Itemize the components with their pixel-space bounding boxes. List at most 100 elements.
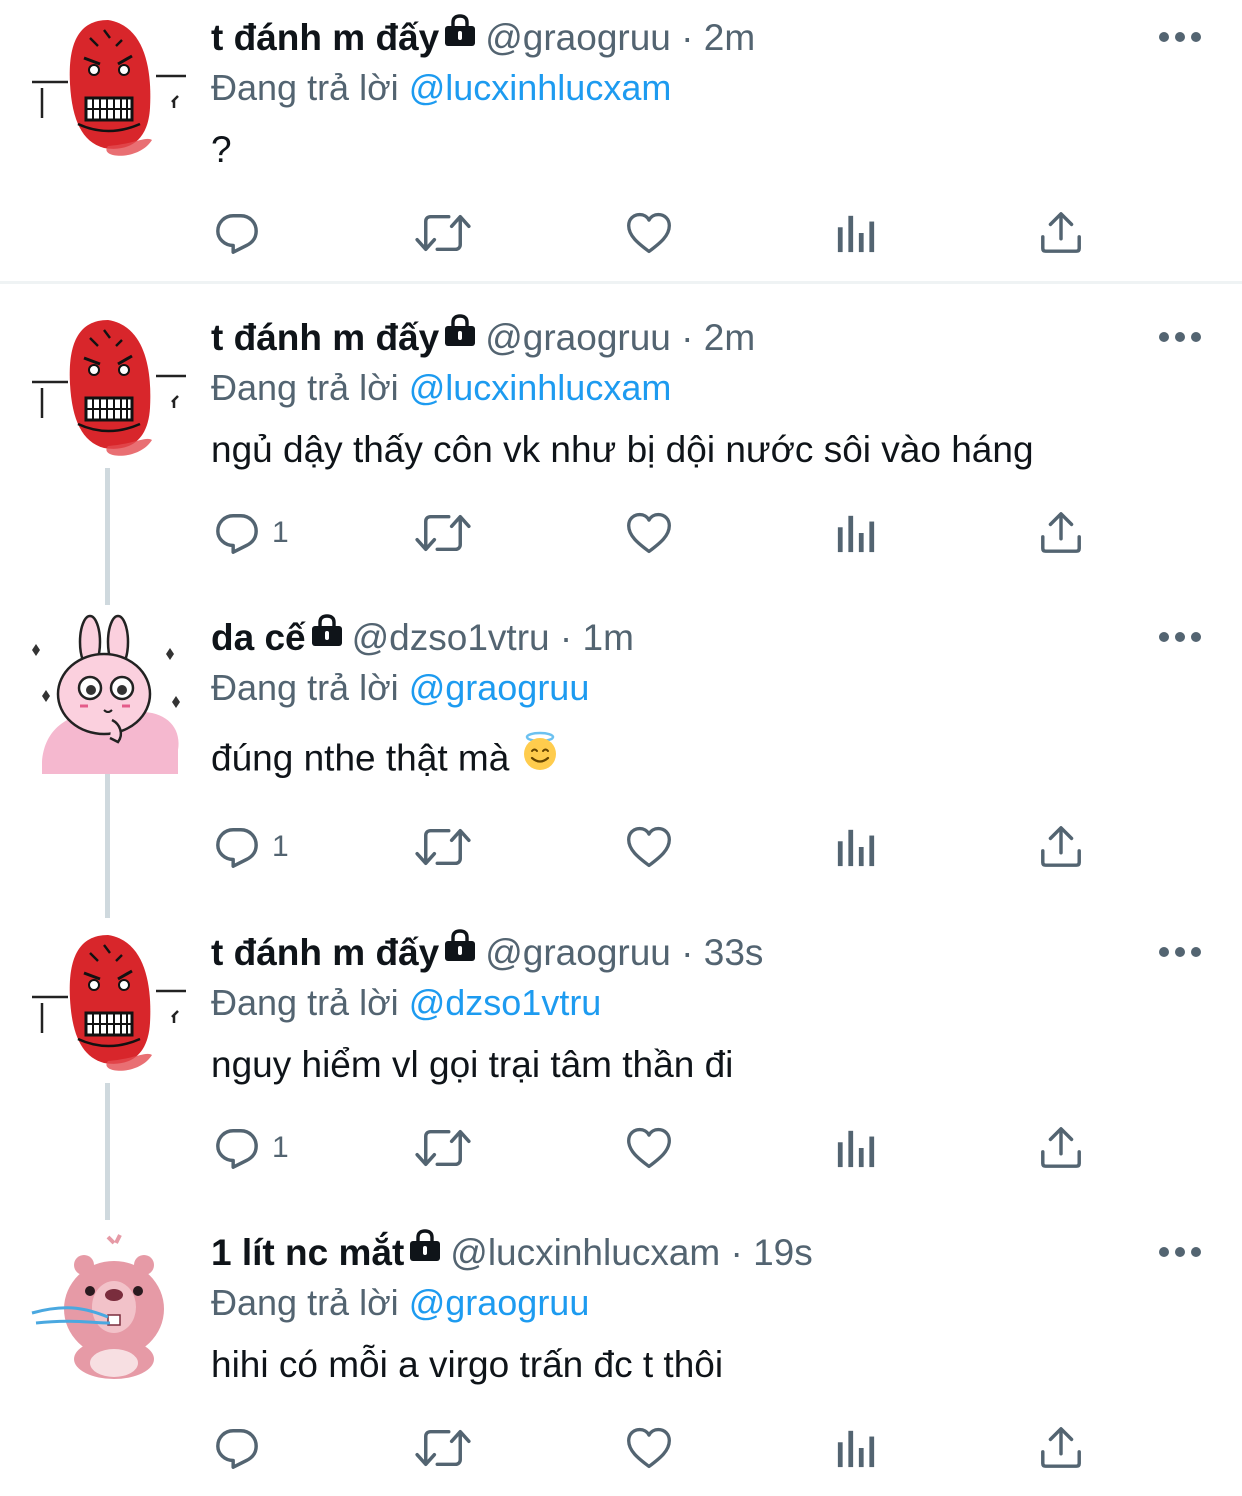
red-rage-face-avatar[interactable]: [28, 12, 188, 172]
mention-link[interactable]: @graogruu: [409, 667, 590, 708]
separator-dot: ·: [681, 932, 694, 973]
reply-button[interactable]: 1: [214, 508, 289, 558]
reply-icon: [214, 824, 260, 870]
reply-button[interactable]: 1: [214, 1123, 289, 1173]
handle[interactable]: @dzso1vtru: [352, 617, 550, 658]
handle[interactable]: @graogruu: [485, 932, 671, 973]
replying-label: Đang trả lời: [211, 667, 399, 708]
reply-button[interactable]: 1: [214, 822, 289, 872]
share-button[interactable]: [1038, 208, 1084, 258]
retweet-button[interactable]: [414, 1123, 472, 1173]
tweet[interactable]: da cế @dzso1vtru · 1m Đang trả lời @graog…: [0, 600, 1242, 930]
tweet[interactable]: t đánh m đấy @graogruu · 2m Đang trả lời …: [0, 300, 1242, 615]
more-icon[interactable]: [1158, 1245, 1202, 1259]
lock-icon: [310, 612, 344, 658]
display-name[interactable]: t đánh m đấy: [211, 317, 439, 358]
display-name[interactable]: t đánh m đấy: [211, 932, 439, 973]
like-button[interactable]: [625, 208, 673, 258]
pink-bunny-avatar[interactable]: [28, 614, 188, 774]
separator-dot: ·: [681, 317, 694, 358]
retweet-button[interactable]: [414, 822, 472, 872]
display-name[interactable]: 1 lít nc mắt: [211, 1232, 404, 1273]
tweet[interactable]: t đánh m đấy @graogruu · 33s Đang trả lời…: [0, 915, 1242, 1230]
like-button[interactable]: [625, 508, 673, 558]
tweet-header: t đánh m đấy @graogruu · 2m: [211, 315, 755, 361]
retweet-icon: [414, 1425, 472, 1471]
display-name[interactable]: da cế: [211, 617, 306, 658]
more-icon[interactable]: [1158, 630, 1202, 644]
views-icon: [835, 510, 877, 556]
tweet-actions: 1: [0, 822, 1242, 872]
separator-dot: ·: [559, 617, 573, 658]
tweet-text: hihi có mỗi a virgo trấn đc t thôi: [211, 1344, 724, 1385]
handle[interactable]: @graogruu: [485, 17, 671, 58]
timestamp[interactable]: 2m: [704, 317, 755, 358]
mention-link[interactable]: @dzso1vtru: [409, 982, 602, 1023]
reply-icon: [214, 1125, 260, 1171]
share-button[interactable]: [1038, 1123, 1084, 1173]
heart-icon: [625, 1425, 673, 1471]
reply-icon: [214, 510, 260, 556]
mention-link[interactable]: @graogruu: [409, 1282, 590, 1323]
tweet[interactable]: t đánh m đấy @graogruu · 2m Đang trả lời …: [0, 0, 1242, 284]
views-button[interactable]: [835, 822, 877, 872]
views-button[interactable]: [835, 508, 877, 558]
views-icon: [835, 1125, 877, 1171]
share-icon: [1038, 210, 1084, 256]
replying-to: Đang trả lời @graogruu: [211, 666, 589, 710]
retweet-icon: [414, 510, 472, 556]
retweet-button[interactable]: [414, 208, 472, 258]
views-icon: [835, 824, 877, 870]
views-button[interactable]: [835, 1423, 877, 1473]
retweet-button[interactable]: [414, 1423, 472, 1473]
pink-beaver-avatar[interactable]: [28, 1223, 188, 1383]
red-rage-face-avatar[interactable]: [28, 312, 188, 472]
replying-to: Đang trả lời @graogruu: [211, 1281, 589, 1325]
timestamp[interactable]: 19s: [753, 1232, 813, 1273]
like-button[interactable]: [625, 1423, 673, 1473]
views-button[interactable]: [835, 208, 877, 258]
like-button[interactable]: [625, 822, 673, 872]
heart-icon: [625, 210, 673, 256]
more-icon[interactable]: [1158, 30, 1202, 44]
retweet-icon: [414, 210, 472, 256]
share-button[interactable]: [1038, 1423, 1084, 1473]
mention-link[interactable]: @lucxinhlucxam: [409, 367, 672, 408]
tweet-text: nguy hiểm vl gọi trại tâm thần đi: [211, 1044, 734, 1085]
reply-button[interactable]: [214, 1423, 272, 1473]
tweet-actions: [0, 208, 1242, 258]
more-icon[interactable]: [1158, 945, 1202, 959]
heart-icon: [625, 824, 673, 870]
like-button[interactable]: [625, 1123, 673, 1173]
handle[interactable]: @lucxinhlucxam: [450, 1232, 720, 1273]
share-icon: [1038, 1125, 1084, 1171]
replying-label: Đang trả lời: [211, 1282, 399, 1323]
more-icon[interactable]: [1158, 330, 1202, 344]
tweet-header: da cế @dzso1vtru · 1m: [211, 615, 634, 661]
handle[interactable]: @graogruu: [485, 317, 671, 358]
timestamp[interactable]: 2m: [704, 17, 755, 58]
replying-label: Đang trả lời: [211, 67, 399, 108]
tweet[interactable]: 1 lít nc mắt @lucxinhlucxam · 19s Đang tr…: [0, 1215, 1242, 1496]
views-icon: [835, 210, 877, 256]
views-button[interactable]: [835, 1123, 877, 1173]
tweet-header: t đánh m đấy @graogruu · 33s: [211, 930, 763, 976]
heart-icon: [625, 510, 673, 556]
views-icon: [835, 1425, 877, 1471]
retweet-button[interactable]: [414, 508, 472, 558]
retweet-icon: [414, 824, 472, 870]
divider: [0, 281, 1242, 284]
timestamp[interactable]: 33s: [704, 932, 764, 973]
share-button[interactable]: [1038, 822, 1084, 872]
share-button[interactable]: [1038, 508, 1084, 558]
red-rage-face-avatar[interactable]: [28, 927, 188, 1087]
share-icon: [1038, 510, 1084, 556]
share-icon: [1038, 1425, 1084, 1471]
reply-button[interactable]: [214, 208, 272, 258]
display-name[interactable]: t đánh m đấy: [211, 17, 439, 58]
tweet-text: ngủ dậy thấy côn vk như bị dội nước sôi …: [211, 429, 1034, 470]
tweet-text: ?: [211, 129, 232, 170]
timestamp[interactable]: 1m: [583, 617, 634, 658]
reply-icon: [214, 1425, 260, 1471]
mention-link[interactable]: @lucxinhlucxam: [409, 67, 672, 108]
